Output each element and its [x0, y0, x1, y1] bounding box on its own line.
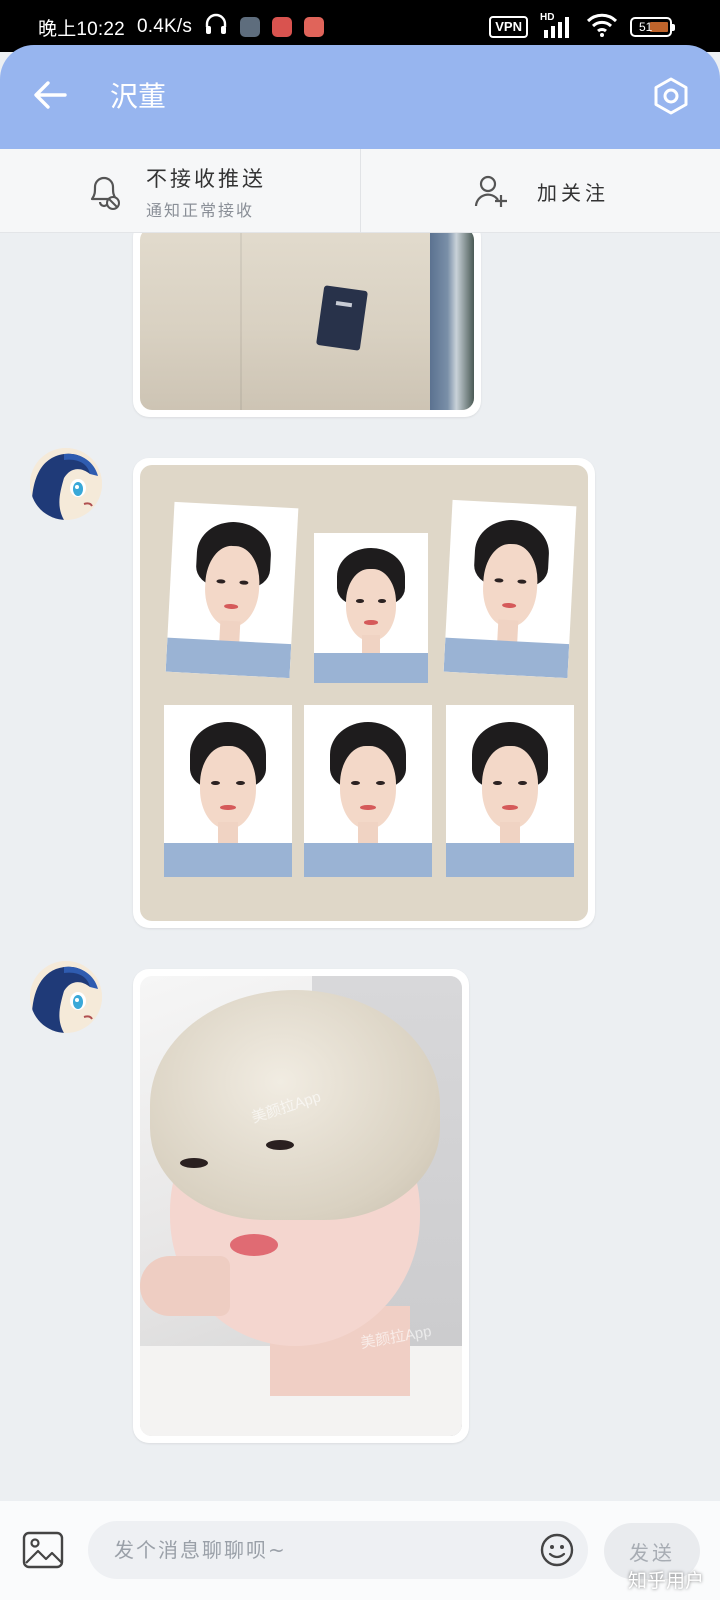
app-notification-icon	[272, 17, 293, 37]
id-photo	[165, 501, 299, 679]
image-picker-button[interactable]	[22, 1531, 64, 1569]
status-bar-left: 晚上10:22 0.4K/s	[38, 13, 325, 41]
app-notification-icon	[304, 17, 325, 37]
add-user-icon	[473, 173, 509, 209]
image-icon	[22, 1531, 64, 1569]
photo-detail	[140, 1256, 230, 1316]
network-speed: 0.4K/s	[136, 16, 193, 37]
settings-button[interactable]	[646, 73, 696, 123]
mute-push-title: 不接收推送	[146, 167, 266, 191]
avatar[interactable]	[30, 961, 102, 1033]
message-photo	[140, 233, 474, 410]
image-message[interactable]	[133, 233, 481, 417]
status-time: 晚上10:22	[38, 18, 125, 40]
battery-level: 51	[639, 20, 653, 34]
back-button[interactable]	[28, 75, 72, 119]
id-photo	[443, 499, 577, 679]
arrow-left-icon	[33, 80, 67, 114]
photo-detail	[266, 1140, 294, 1150]
photo-detail	[430, 233, 474, 410]
mute-push-subtitle: 通知正常接收	[146, 201, 255, 220]
message-photo: 美颜拉App 美颜拉App	[140, 976, 462, 1436]
message-photo	[140, 465, 588, 921]
emoji-button[interactable]	[540, 1533, 574, 1567]
chat-header: 沢董	[0, 45, 720, 149]
battery-icon: 51	[630, 17, 675, 37]
photo-detail	[230, 1234, 278, 1256]
page-title: 沢董	[110, 80, 167, 113]
signal-icon: HD	[540, 12, 574, 40]
id-photo	[314, 533, 428, 683]
avatar[interactable]	[30, 448, 102, 520]
vpn-badge: VPN	[489, 16, 528, 38]
image-message[interactable]: 美颜拉App 美颜拉App	[133, 969, 469, 1443]
id-photo	[164, 705, 292, 877]
id-photo	[304, 705, 432, 877]
hexagon-settings-icon	[651, 76, 691, 120]
mute-push-button[interactable]: 不接收推送 通知正常接收	[0, 149, 360, 233]
app-notification-icon	[240, 17, 261, 37]
anime-avatar-icon	[30, 448, 102, 520]
photo-detail	[180, 1158, 208, 1168]
status-bar-right: VPN HD 51	[489, 12, 675, 42]
follow-label: 加关注	[537, 181, 609, 205]
photo-detail	[316, 285, 368, 351]
image-message[interactable]	[133, 458, 595, 928]
anime-avatar-icon	[30, 961, 102, 1033]
bell-off-icon	[86, 171, 122, 211]
platform-watermark: 知乎用户	[627, 1570, 704, 1592]
message-list[interactable]: 美颜拉App 美颜拉App	[0, 233, 720, 1501]
photo-detail	[240, 233, 242, 410]
follow-button[interactable]: 加关注	[360, 149, 720, 233]
headphones-icon	[204, 13, 228, 41]
message-input[interactable]	[88, 1521, 588, 1579]
wifi-icon	[586, 13, 618, 42]
smiley-icon	[540, 1533, 574, 1567]
input-bar: 发送	[0, 1501, 720, 1600]
action-bar: 不接收推送 通知正常接收 加关注	[0, 149, 720, 233]
id-photo	[446, 705, 574, 877]
battery-fill	[650, 22, 668, 32]
